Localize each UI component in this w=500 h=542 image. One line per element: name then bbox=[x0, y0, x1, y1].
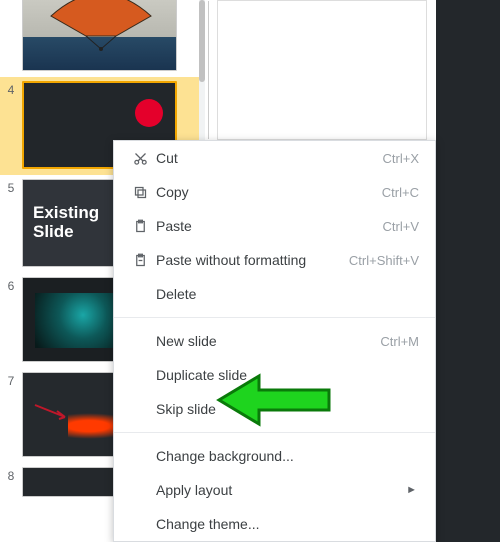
slide-thumbnail bbox=[22, 0, 177, 71]
menu-shortcut: Ctrl+C bbox=[382, 185, 419, 200]
slide-number: 4 bbox=[0, 81, 22, 97]
paste-icon bbox=[128, 219, 152, 234]
menu-new-slide[interactable]: New slide Ctrl+M bbox=[114, 324, 435, 358]
menu-shortcut: Ctrl+Shift+V bbox=[349, 253, 419, 268]
menu-label: Paste bbox=[152, 218, 383, 234]
slide-number: 5 bbox=[0, 179, 22, 195]
menu-change-background[interactable]: Change background... bbox=[114, 439, 435, 473]
slide-canvas[interactable] bbox=[217, 0, 427, 140]
slide-number: 6 bbox=[0, 277, 22, 293]
menu-apply-layout[interactable]: Apply layout ► bbox=[114, 473, 435, 507]
menu-label: Change theme... bbox=[152, 516, 419, 532]
menu-label: Apply layout bbox=[152, 482, 406, 498]
menu-label: Delete bbox=[152, 286, 419, 302]
red-circle-shape bbox=[135, 99, 163, 127]
context-menu: Cut Ctrl+X Copy Ctrl+C Paste Ctrl+V Past… bbox=[113, 140, 436, 542]
submenu-arrow-icon: ► bbox=[406, 484, 419, 496]
slide-number: 8 bbox=[0, 467, 22, 483]
menu-label: Duplicate slide bbox=[152, 367, 419, 383]
menu-separator bbox=[114, 432, 435, 433]
cut-icon bbox=[128, 151, 152, 166]
paraglider-icon bbox=[41, 0, 161, 53]
slide-number: 7 bbox=[0, 372, 22, 388]
menu-copy[interactable]: Copy Ctrl+C bbox=[114, 175, 435, 209]
menu-label: Change background... bbox=[152, 448, 419, 464]
menu-label: Cut bbox=[152, 150, 383, 166]
right-gutter bbox=[436, 0, 500, 542]
menu-duplicate-slide[interactable]: Duplicate slide bbox=[114, 358, 435, 392]
menu-label: New slide bbox=[152, 333, 380, 349]
menu-label: Paste without formatting bbox=[152, 252, 349, 268]
copy-icon bbox=[128, 185, 152, 200]
menu-shortcut: Ctrl+X bbox=[383, 151, 419, 166]
menu-paste-without-formatting[interactable]: Paste without formatting Ctrl+Shift+V bbox=[114, 243, 435, 277]
menu-paste[interactable]: Paste Ctrl+V bbox=[114, 209, 435, 243]
menu-separator bbox=[114, 317, 435, 318]
menu-shortcut: Ctrl+M bbox=[380, 334, 419, 349]
menu-skip-slide[interactable]: Skip slide bbox=[114, 392, 435, 426]
menu-shortcut: Ctrl+V bbox=[383, 219, 419, 234]
vertical-ruler bbox=[208, 1, 216, 139]
menu-delete[interactable]: Delete bbox=[114, 277, 435, 311]
paste-plain-icon bbox=[128, 253, 152, 268]
menu-change-theme[interactable]: Change theme... bbox=[114, 507, 435, 541]
menu-label: Copy bbox=[152, 184, 382, 200]
slide-number: 3 bbox=[0, 0, 22, 2]
slide-title-text: Existing Slide bbox=[33, 204, 99, 241]
slide-thumb-3[interactable]: 3 bbox=[0, 0, 205, 77]
menu-cut[interactable]: Cut Ctrl+X bbox=[114, 141, 435, 175]
menu-label: Skip slide bbox=[152, 401, 419, 417]
red-arrow-annotation bbox=[33, 403, 68, 421]
